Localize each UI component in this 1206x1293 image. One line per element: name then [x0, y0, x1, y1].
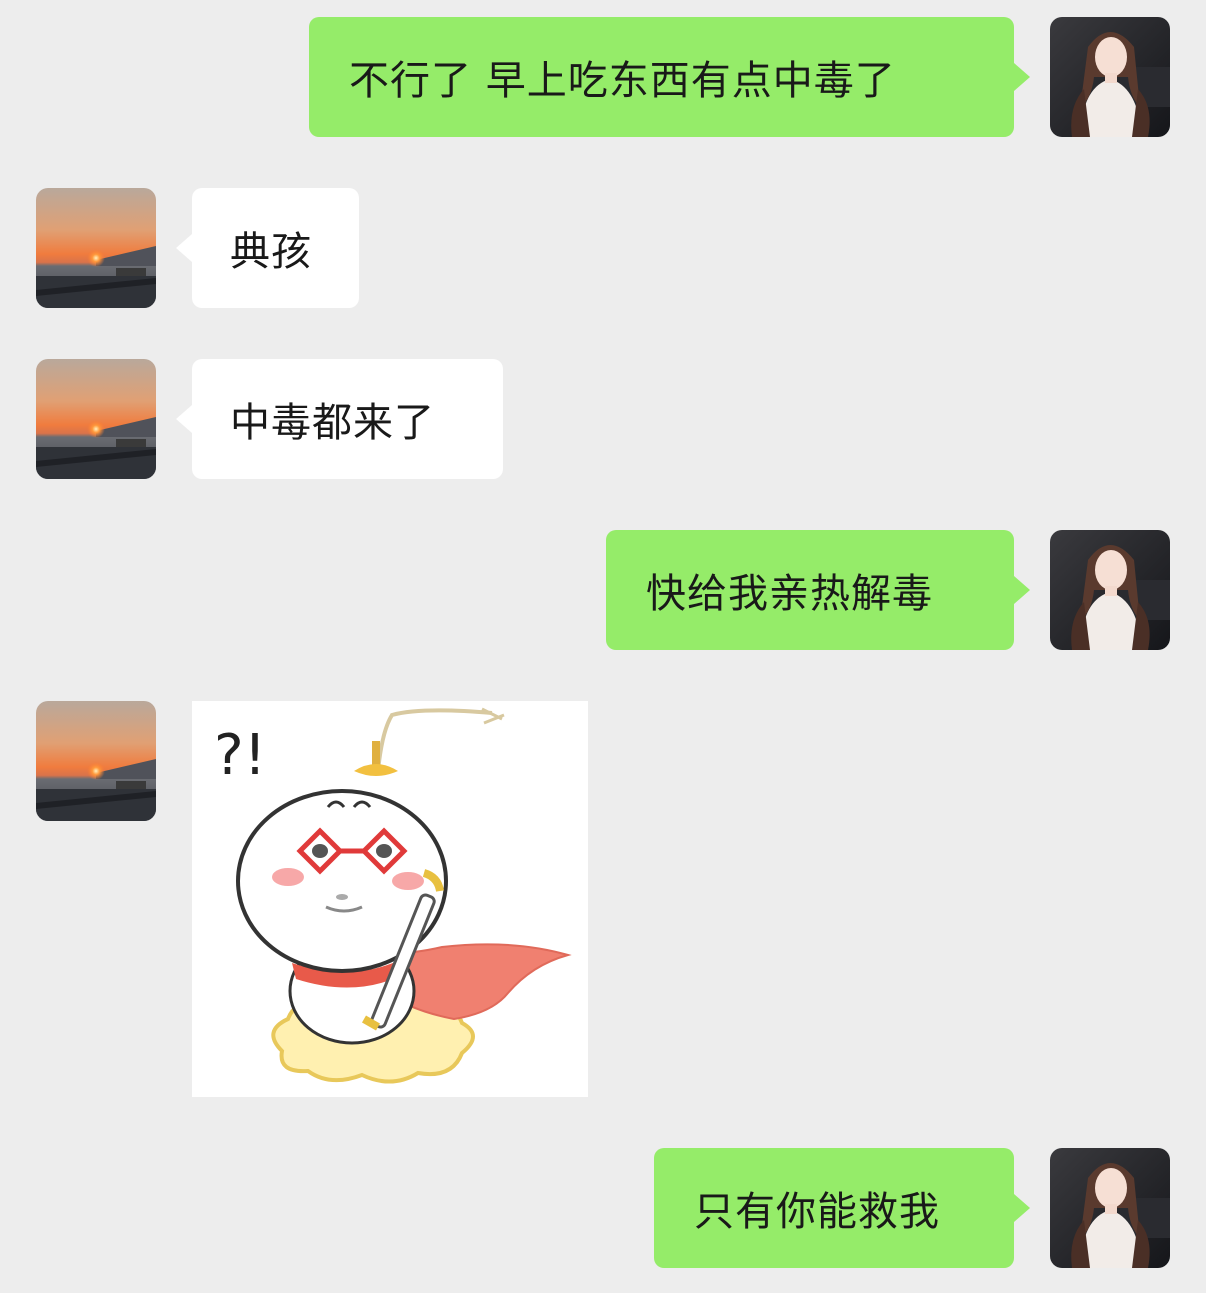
- message-row: 只有你能救我: [0, 1148, 1206, 1268]
- sunset-avatar[interactable]: [36, 701, 156, 821]
- message-row: 快给我亲热解毒: [0, 530, 1206, 650]
- sticker-caption: ?!: [214, 723, 267, 788]
- message-row: ?!: [0, 701, 1206, 1097]
- outgoing-message-bubble[interactable]: 只有你能救我: [654, 1148, 1030, 1268]
- bubble-tail: [1014, 576, 1030, 604]
- sunset-avatar[interactable]: [36, 359, 156, 479]
- bubble-tail: [1014, 1194, 1030, 1222]
- sunset-avatar[interactable]: [36, 188, 156, 308]
- message-text: 典孩: [230, 229, 312, 275]
- incoming-message-bubble[interactable]: 中毒都来了: [176, 359, 503, 479]
- message-row: 中毒都来了: [0, 359, 1206, 479]
- message-text: 只有你能救我: [694, 1189, 940, 1235]
- girl-avatar[interactable]: [1050, 17, 1170, 137]
- incoming-message-bubble[interactable]: 典孩: [176, 188, 359, 308]
- message-row: 典孩: [0, 188, 1206, 308]
- bubble-tail: [176, 234, 192, 262]
- chat-screen: { "messages": [ {"id": "m1", "direction"…: [0, 0, 1206, 1293]
- superhero-bun-sticker[interactable]: ?!: [192, 701, 588, 1097]
- bubble-tail: [176, 405, 192, 433]
- message-row: 不行了 早上吃东西有点中毒了: [0, 17, 1206, 137]
- bubble-tail: [1014, 63, 1030, 91]
- girl-avatar[interactable]: [1050, 1148, 1170, 1268]
- message-text: 快给我亲热解毒: [646, 571, 933, 617]
- outgoing-message-bubble[interactable]: 不行了 早上吃东西有点中毒了: [309, 17, 1030, 137]
- girl-avatar[interactable]: [1050, 530, 1170, 650]
- message-text: 不行了 早上吃东西有点中毒了: [349, 58, 896, 104]
- outgoing-message-bubble[interactable]: 快给我亲热解毒: [606, 530, 1030, 650]
- message-text: 中毒都来了: [230, 400, 435, 446]
